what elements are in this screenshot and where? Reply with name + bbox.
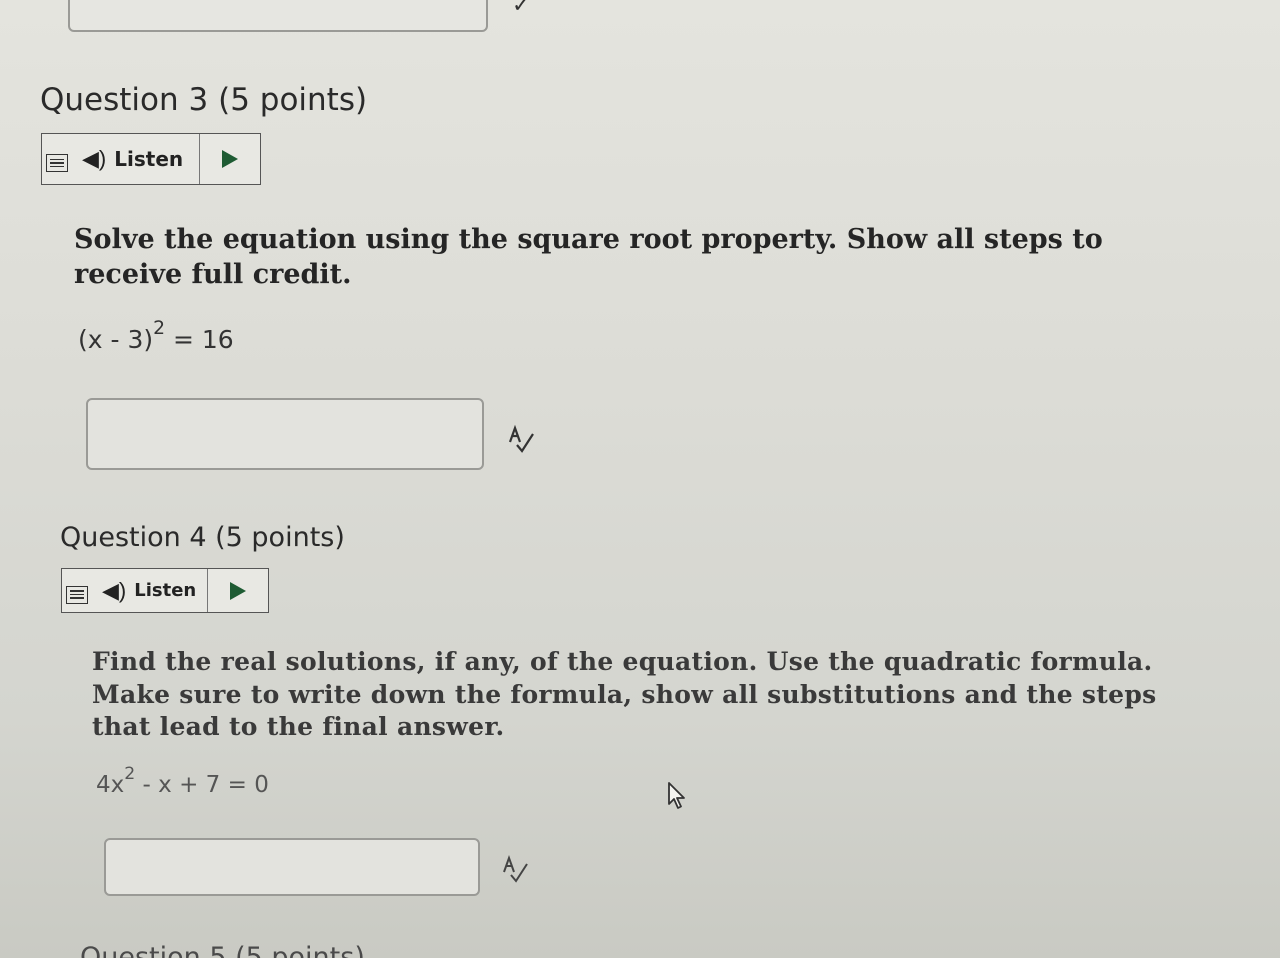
question-3-label: Question 3: [40, 82, 209, 118]
menu-icon[interactable]: [66, 585, 88, 604]
question-4-listen-button[interactable]: ◀) Listen: [62, 569, 208, 612]
question-3-answer-field[interactable]: [86, 398, 484, 470]
speaker-icon: ◀): [102, 577, 127, 603]
mouse-cursor-icon: [668, 782, 685, 809]
previous-spellcheck-icon[interactable]: ✓: [512, 0, 530, 18]
question-4-play-button[interactable]: [208, 569, 268, 612]
question-5-heading-partial: Question 5 (5 points): [80, 942, 365, 958]
question-4-points: (5 points): [215, 522, 345, 553]
question-4-answer-field[interactable]: [104, 838, 480, 896]
question-4-prompt: Find the real solutions, if any, of the …: [92, 647, 1157, 741]
question-4-heading: Question 4 (5 points): [60, 522, 345, 553]
question-4-equation: 4x2 - x + 7 = 0: [96, 764, 269, 798]
play-icon: [230, 581, 246, 600]
question-4-listen-bar: ◀) Listen: [61, 568, 269, 613]
question-3-points: (5 points): [218, 82, 368, 118]
previous-answer-box[interactable]: [68, 0, 488, 32]
question-3-listen-bar: ◀) Listen: [41, 133, 261, 185]
question-4-equation-rhs: - x + 7 = 0: [135, 771, 269, 798]
question-3-listen-button[interactable]: ◀) Listen: [42, 134, 200, 184]
spellcheck-icon[interactable]: [500, 854, 530, 884]
quiz-page: ✓ Question 3 (5 points) ◀) Listen Solve …: [0, 0, 1280, 958]
question-4-label: Question 4: [60, 522, 207, 553]
question-3-equation: (x - 3)2 = 16: [78, 318, 234, 354]
question-3-equation-exponent: 2: [153, 318, 166, 339]
menu-icon[interactable]: [46, 154, 68, 172]
question-3-equation-rhs: = 16: [165, 325, 234, 355]
question-4-equation-base: 4x: [96, 771, 125, 798]
spellcheck-icon[interactable]: [506, 424, 536, 454]
question-4-equation-exponent: 2: [124, 764, 136, 784]
speaker-icon: ◀): [82, 146, 107, 171]
play-icon: [222, 150, 238, 168]
question-3-equation-base: (x - 3): [78, 325, 154, 355]
question-3-listen-label: Listen: [114, 147, 184, 171]
question-4-listen-label: Listen: [134, 580, 197, 601]
question-3-play-button[interactable]: [200, 134, 260, 184]
question-3-prompt: Solve the equation using the square root…: [74, 224, 1103, 291]
question-3-heading: Question 3 (5 points): [40, 82, 367, 118]
